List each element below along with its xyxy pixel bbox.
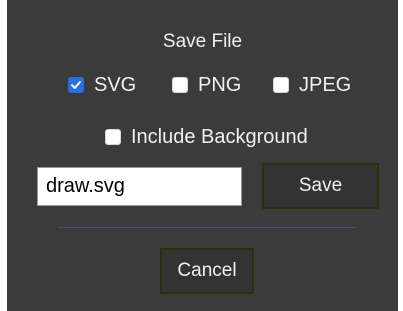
svg-label: SVG: [94, 73, 137, 96]
check-icon: [71, 81, 81, 89]
cancel-button[interactable]: Cancel: [160, 248, 254, 294]
include-background-option[interactable]: Include Background: [105, 124, 308, 150]
dialog-title: Save File: [162, 31, 243, 52]
divider: [58, 227, 356, 228]
format-options: SVG PNG JPEG: [7, 72, 398, 98]
jpeg-label: JPEG: [299, 73, 352, 96]
save-file-dialog: Save File SVG PNG JPEG Include Backgroun…: [7, 0, 398, 311]
png-label: PNG: [198, 73, 242, 96]
save-button[interactable]: Save: [262, 163, 379, 209]
include-background-label: Include Background: [131, 125, 308, 148]
filename-input[interactable]: [37, 167, 242, 206]
include-background-checkbox[interactable]: [105, 129, 121, 145]
png-checkbox[interactable]: [172, 77, 188, 93]
format-option-png[interactable]: PNG: [172, 72, 241, 98]
svg-checkbox[interactable]: [68, 77, 84, 93]
format-option-jpeg[interactable]: JPEG: [273, 72, 351, 98]
format-option-svg[interactable]: SVG: [68, 72, 136, 98]
jpeg-checkbox[interactable]: [273, 77, 289, 93]
